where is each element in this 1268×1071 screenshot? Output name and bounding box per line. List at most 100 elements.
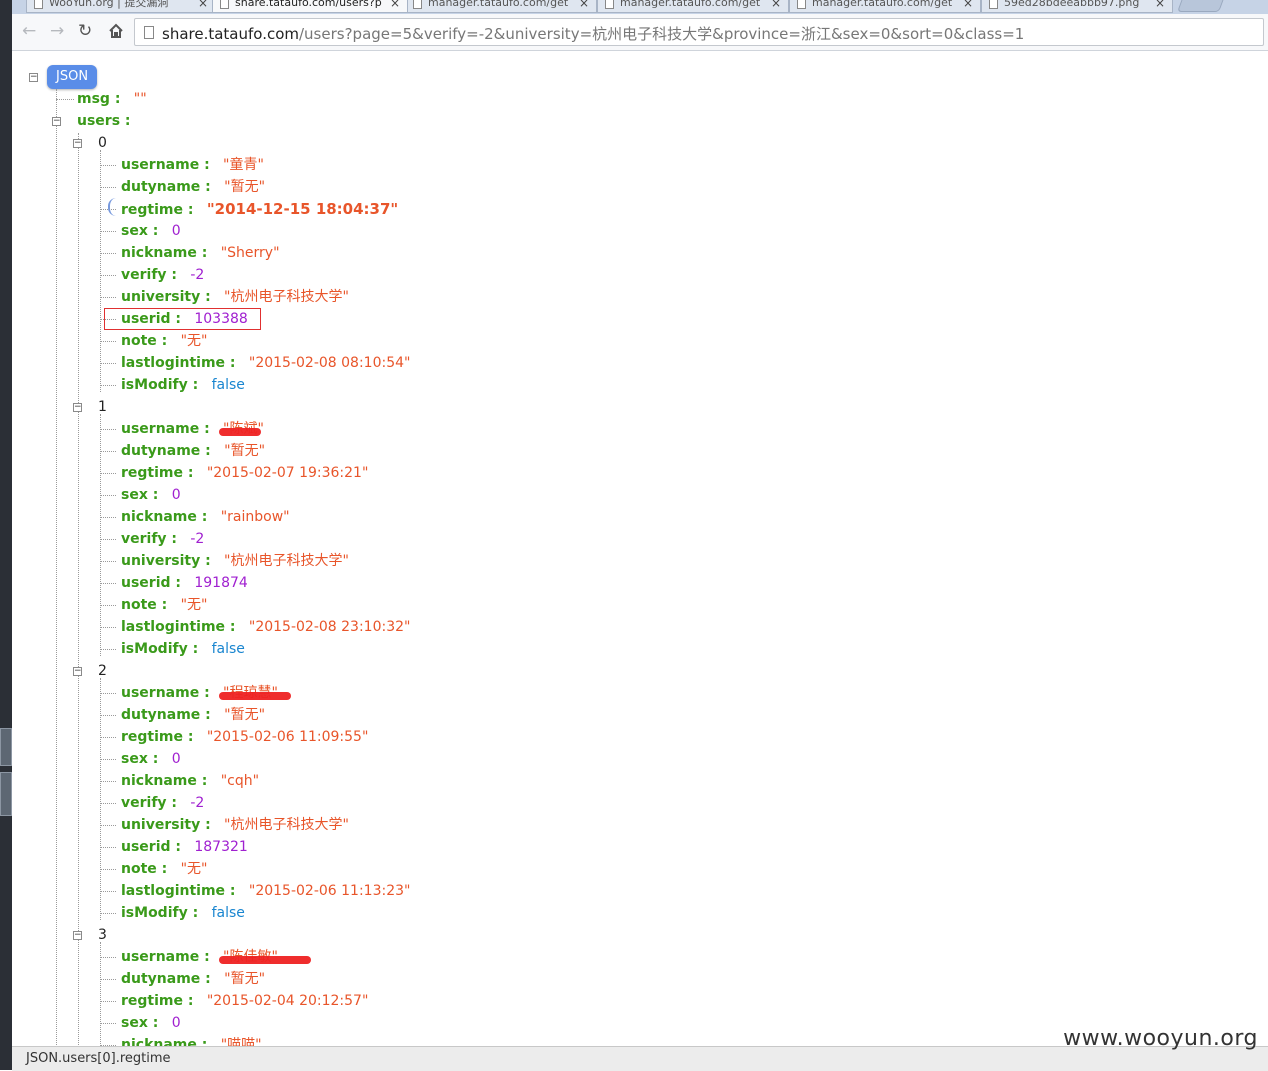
json-number-value: 0 [171, 487, 181, 503]
json-row[interactable]: username : "童青" [121, 154, 264, 176]
json-row[interactable]: nickname : "cqh" [121, 770, 259, 792]
close-icon[interactable]: × [771, 0, 781, 11]
json-row[interactable]: isModify : false [121, 638, 245, 660]
json-key: isModify : [121, 377, 199, 393]
json-key: regtime : [121, 729, 194, 745]
json-row[interactable]: sex : 0 [121, 484, 181, 506]
json-boolean-value: false [211, 641, 245, 657]
json-row[interactable]: username : "程琼慧" [121, 682, 292, 704]
tab-share-users[interactable]: share.tataufo.com/users?p × [212, 0, 408, 13]
collapse-toggle-root[interactable]: − [29, 73, 38, 82]
json-key: university : [121, 817, 211, 833]
collapse-toggle-user-1[interactable]: − [73, 403, 82, 412]
json-row[interactable]: sex : 0 [121, 748, 181, 770]
json-key: sex : [121, 487, 159, 503]
json-row[interactable]: regtime : "2015-02-06 11:09:55" [121, 726, 368, 748]
json-number-value: -2 [190, 531, 205, 547]
json-row[interactable]: note : "无" [121, 594, 208, 616]
json-row[interactable]: userid : 187321 [121, 836, 248, 858]
json-row[interactable]: nickname : "Sherry" [121, 242, 280, 264]
json-row[interactable]: note : "无" [121, 858, 208, 880]
json-row[interactable]: nickname : "喵喵" [121, 1034, 262, 1046]
tab-manager-3[interactable]: manager.tataufo.com/get × [789, 0, 981, 13]
tree-guide [100, 825, 116, 826]
json-row[interactable]: university : "杭州电子科技大学" [121, 814, 349, 836]
json-row[interactable]: note : "无" [121, 330, 208, 352]
tab-manager-1[interactable]: manager.tataufo.com/get × [405, 0, 597, 13]
json-row[interactable]: nickname : "rainbow" [121, 506, 290, 528]
collapse-toggle-user-3[interactable]: − [73, 931, 82, 940]
home-icon[interactable] [108, 23, 124, 39]
address-bar[interactable]: share.tataufo.com/users?page=5&verify=-2… [134, 18, 1264, 46]
selection-marker [108, 198, 116, 216]
tab-wooyun[interactable]: WooYun.org | 提交漏洞 × [26, 0, 216, 13]
json-row[interactable]: sex : 0 [121, 220, 181, 242]
tab-image[interactable]: 59ed28bdeeabbb97.png × [981, 0, 1173, 13]
tree-guide [100, 1001, 116, 1002]
close-icon[interactable]: × [390, 0, 400, 11]
json-row[interactable]: regtime : "2015-02-04 20:12:57" [121, 990, 368, 1012]
json-row[interactable]: lastlogintime : "2015-02-08 08:10:54" [121, 352, 410, 374]
tab-strip: WooYun.org | 提交漏洞 × share.tataufo.com/us… [12, 0, 1268, 14]
url-path: /users?page=5&verify=-2&university=杭州电子科… [299, 25, 1025, 43]
close-icon[interactable]: × [198, 0, 208, 11]
json-root-badge[interactable]: JSON [47, 65, 98, 89]
new-tab-button[interactable] [1177, 0, 1225, 12]
json-row[interactable]: isModify : false [121, 902, 245, 924]
tab-title: share.tataufo.com/users?p [235, 0, 382, 9]
json-key: sex : [121, 751, 159, 767]
collapse-toggle-user-0[interactable]: − [73, 139, 82, 148]
json-row[interactable]: regtime : "2014-12-15 18:04:37" [121, 198, 398, 220]
json-row[interactable]: isModify : false [121, 374, 245, 396]
tree-guide [100, 385, 116, 386]
json-string-value: "2015-02-08 08:10:54" [248, 355, 411, 371]
json-row[interactable]: verify : -2 [121, 528, 204, 550]
json-key: university : [121, 289, 211, 305]
collapse-toggle-users[interactable]: − [52, 117, 61, 126]
json-key: msg : [77, 91, 121, 107]
json-key: username : [121, 949, 210, 965]
tree-guide [100, 231, 116, 232]
json-key: userid : [121, 839, 181, 855]
json-row[interactable]: regtime : "2015-02-07 19:36:21" [121, 462, 368, 484]
json-string-value: "rainbow" [220, 509, 290, 525]
json-row[interactable]: dutyname : "暂无" [121, 176, 265, 198]
json-row-users[interactable]: users : [77, 110, 131, 132]
close-icon[interactable]: × [1155, 0, 1165, 11]
json-row[interactable]: lastlogintime : "2015-02-08 23:10:32" [121, 616, 410, 638]
json-row[interactable]: verify : -2 [121, 792, 204, 814]
json-row[interactable]: university : "杭州电子科技大学" [121, 550, 349, 572]
close-icon[interactable]: × [579, 0, 589, 11]
json-row[interactable]: lastlogintime : "2015-02-06 11:13:23" [121, 880, 410, 902]
json-row[interactable]: dutyname : "暂无" [121, 440, 265, 462]
reload-icon[interactable]: ↻ [78, 22, 92, 40]
tree-guide [100, 495, 116, 496]
json-row[interactable]: dutyname : "暂无" [121, 704, 265, 726]
json-row[interactable]: sex : 0 [121, 1012, 181, 1034]
page-icon [605, 0, 614, 9]
json-row[interactable]: username : "陈斌" [121, 418, 264, 440]
json-row-msg[interactable]: msg : "" [77, 88, 147, 110]
tab-manager-2[interactable]: manager.tataufo.com/get × [597, 0, 789, 13]
json-row[interactable]: username : "陈佳敏" [121, 946, 312, 968]
json-row[interactable]: dutyname : "暂无" [121, 968, 265, 990]
arrow-right-icon[interactable]: → [50, 22, 64, 40]
json-row[interactable]: userid : 191874 [121, 572, 248, 594]
close-icon[interactable]: × [963, 0, 973, 11]
json-string-value: "Sherry" [220, 245, 280, 261]
arrow-left-icon[interactable]: ← [22, 22, 36, 40]
collapse-toggle-user-2[interactable]: − [73, 667, 82, 676]
json-row[interactable]: verify : -2 [121, 264, 204, 286]
json-row[interactable]: university : "杭州电子科技大学" [121, 286, 349, 308]
json-key: isModify : [121, 905, 199, 921]
